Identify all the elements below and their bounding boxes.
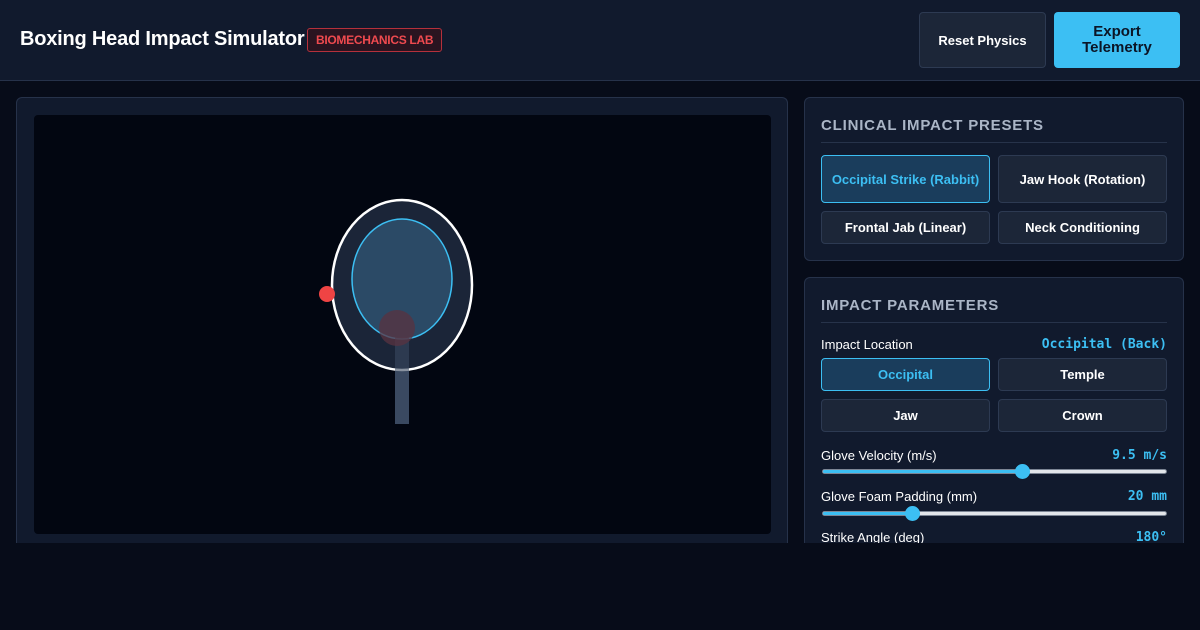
simulation-panel	[16, 97, 788, 543]
parameters-panel: IMPACT PARAMETERS Impact Location Occipi…	[804, 277, 1184, 543]
glove-padding-fill	[823, 512, 913, 515]
glove-padding-slider[interactable]	[822, 506, 1167, 521]
preset-frontal-jab[interactable]: Frontal Jab (Linear)	[821, 211, 990, 244]
simulation-canvas[interactable]	[34, 115, 771, 534]
presets-title: CLINICAL IMPACT PRESETS	[821, 117, 1044, 134]
location-temple-button[interactable]: Temple	[998, 358, 1167, 391]
glove-velocity-slider[interactable]	[822, 464, 1167, 479]
lab-badge: BIOMECHANICS LAB	[307, 28, 443, 52]
head-model-svg	[319, 198, 474, 424]
impact-location-label: Impact Location	[821, 337, 913, 352]
presets-divider	[821, 142, 1167, 143]
preset-jaw-hook[interactable]: Jaw Hook (Rotation)	[998, 155, 1167, 203]
location-occipital-button[interactable]: Occipital	[821, 358, 990, 391]
export-telemetry-button[interactable]: Export Telemetry	[1054, 12, 1180, 68]
glove-velocity-label: Glove Velocity (m/s)	[821, 448, 937, 463]
location-jaw-button[interactable]: Jaw	[821, 399, 990, 432]
glove-padding-label: Glove Foam Padding (mm)	[821, 489, 978, 504]
preset-neck-conditioning[interactable]: Neck Conditioning	[998, 211, 1167, 244]
page-title: Boxing Head Impact Simulator	[20, 28, 305, 50]
glove-padding-thumb[interactable]	[905, 506, 921, 521]
spine-overlap	[395, 337, 409, 424]
preset-occipital-strike[interactable]: Occipital Strike (Rabbit)	[821, 155, 990, 203]
reset-physics-button[interactable]: Reset Physics	[919, 12, 1046, 68]
brainstem-stress-zone	[379, 310, 415, 346]
strike-angle-value: 180°	[1135, 530, 1167, 543]
app-header: Boxing Head Impact Simulator BIOMECHANIC…	[0, 0, 1200, 81]
glove-velocity-thumb[interactable]	[1014, 464, 1030, 479]
impact-location-value: Occipital (Back)	[1041, 337, 1167, 352]
presets-panel: CLINICAL IMPACT PRESETS Occipital Strike…	[804, 97, 1184, 261]
strike-angle-label: Strike Angle (deg)	[821, 530, 925, 543]
glove-padding-value: 20 mm	[1127, 489, 1167, 504]
glove-velocity-value: 9.5 m/s	[1112, 448, 1167, 463]
impact-point-marker	[319, 286, 335, 302]
parameters-divider	[821, 322, 1167, 323]
location-crown-button[interactable]: Crown	[998, 399, 1167, 432]
app: Boxing Head Impact Simulator BIOMECHANIC…	[0, 0, 1200, 630]
glove-velocity-fill	[823, 470, 1022, 473]
parameters-title: IMPACT PARAMETERS	[821, 297, 1000, 314]
